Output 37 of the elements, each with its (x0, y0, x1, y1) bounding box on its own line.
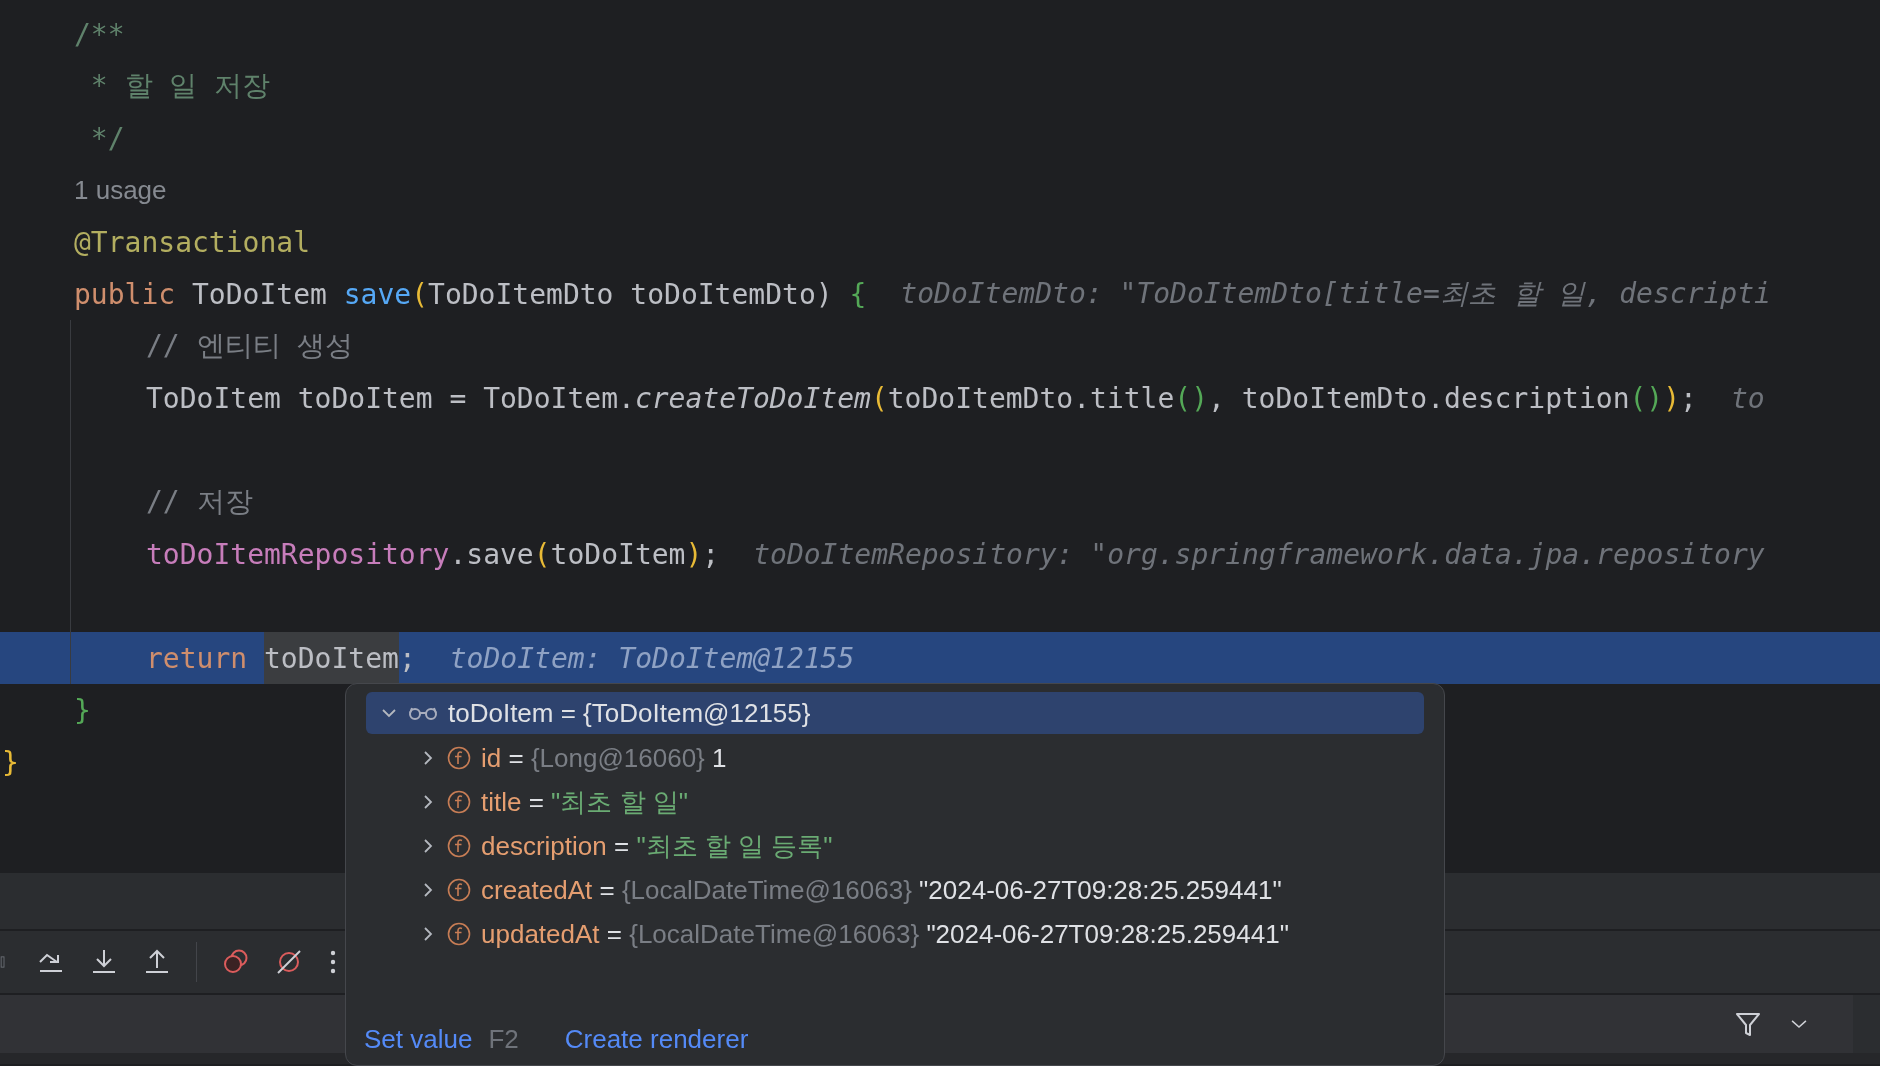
field-icon (447, 790, 471, 814)
code-comment: // 저장 (146, 484, 253, 520)
field-entry[interactable]: description = "최초 할 일 등록" (481, 828, 833, 864)
code-comment: */ (89, 120, 125, 157)
code-comment: // 엔티티 생성 (146, 328, 354, 364)
code-line: ToDoItem toDoItem = ToDoItem.createToDoItem(toDoItemDto.title(), toDoItemDto.description()); (146, 380, 1697, 417)
code-line: } (74, 692, 91, 729)
breakpoints-icon[interactable] (222, 948, 250, 976)
usage-link[interactable]: 1 usage (74, 164, 167, 216)
code-line: } (2, 744, 19, 781)
step-out-icon[interactable] (143, 948, 171, 976)
filter-icon[interactable] (1735, 1011, 1761, 1037)
field-icon (447, 922, 471, 946)
more-icon[interactable] (328, 948, 338, 976)
code-line: public ToDoItem save(ToDoItemDto toDoItemDto) { (74, 276, 867, 313)
inlay-hint: toDoItem: ToDoItem@12155 (449, 640, 855, 677)
field-icon (447, 746, 471, 770)
variable-label: toDoItem = {ToDoItem@12155} (448, 697, 811, 729)
shortcut-hint: F2 (488, 1024, 519, 1055)
inlay-hint: toDoItemRepository: "org.springframework.data.jpa.repository (753, 536, 1765, 573)
code-comment: /** (74, 16, 125, 53)
field-entry[interactable]: title = "최초 할 일" (481, 784, 688, 820)
field-entry[interactable]: id = {Long@16060} 1 (481, 742, 727, 774)
code-line: toDoItemRepository.save(toDoItem); (146, 536, 720, 573)
field-icon (447, 834, 471, 858)
action-link[interactable]: Create renderer (564, 1024, 749, 1055)
inlay-hint: toDoItemDto: "ToDoItemDto[title=최초 할 일, descripti (900, 276, 1771, 312)
inlay-hint: to (1730, 380, 1765, 417)
code-comment: * 할 일 저장 (89, 68, 271, 104)
field-entry[interactable]: createdAt = {LocalDateTime@16063} "2024-06-27T09:28:25.259441" (481, 874, 1282, 906)
field-icon (447, 878, 471, 902)
variable-row[interactable]: toDoItem = {ToDoItem@12155} (366, 692, 1424, 734)
annotation: @Transactional (74, 224, 310, 261)
step-into-icon[interactable] (90, 948, 118, 976)
field-entry[interactable]: updatedAt = {LocalDateTime@16063} "2024-06-27T09:28:25.259441" (481, 918, 1289, 950)
mute-breakpoints-icon[interactable] (275, 948, 303, 976)
action-link[interactable]: Set value (364, 1024, 473, 1055)
